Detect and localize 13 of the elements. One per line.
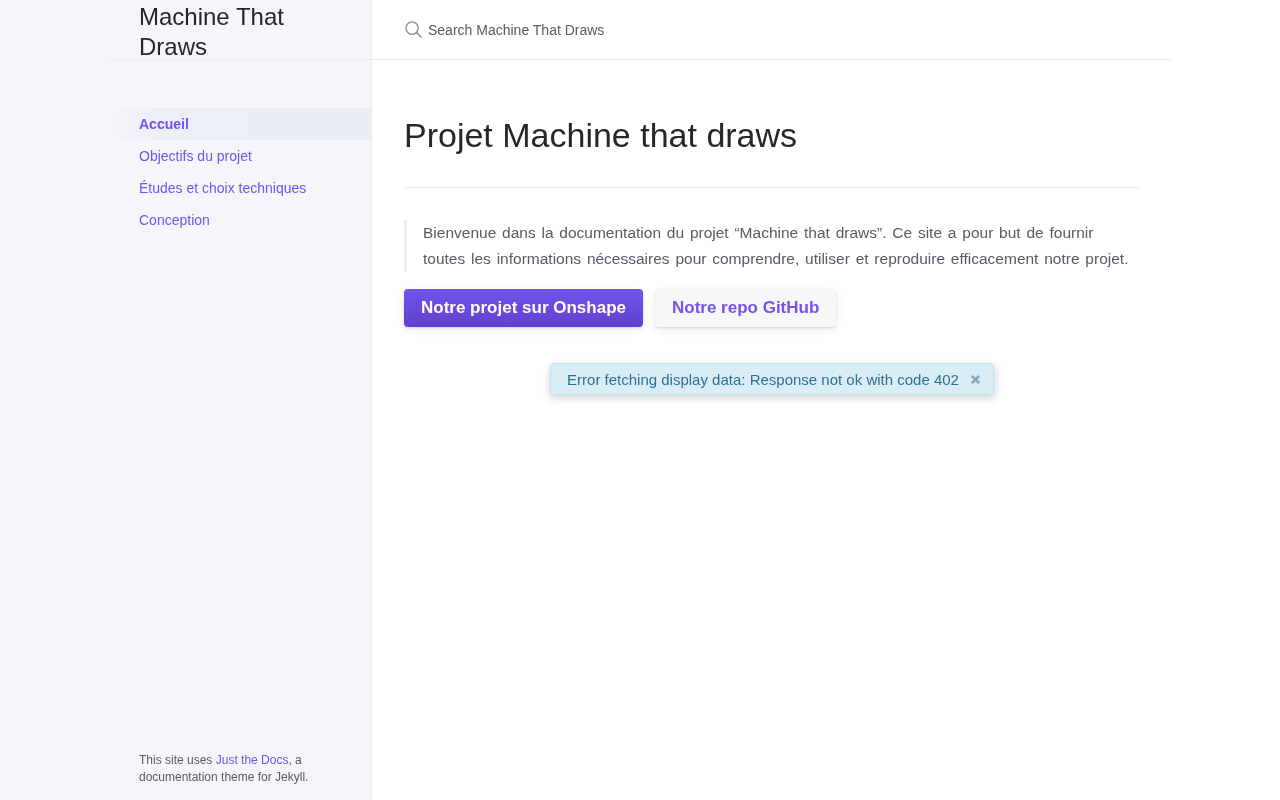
- error-message: Error fetching display data: Response not ok with code 402: [567, 370, 959, 388]
- nav-link[interactable]: Conception: [107, 204, 371, 236]
- page-title: Projet Machine that draws: [404, 115, 799, 156]
- search-icon: [405, 21, 422, 38]
- nav-link[interactable]: Études et choix techniques: [107, 172, 371, 204]
- github-button[interactable]: Notre repo GitHub: [655, 289, 837, 327]
- intro-quote: Bienvenue dans la documentation du projet “Machine that draws”. Ce site a pour but de fournir toutes les informations nécessaires pour comprendre, utiliser et reproduire efficacement notre projet.: [404, 220, 1140, 272]
- site-title[interactable]: Machine That Draws: [139, 0, 331, 62]
- nav-link[interactable]: Objectifs du projet: [107, 140, 371, 172]
- search-field[interactable]: Search Machine That Draws: [428, 21, 828, 38]
- close-icon[interactable]: [969, 373, 981, 385]
- onshape-button[interactable]: Notre projet sur Onshape: [404, 289, 643, 327]
- footer-text: This site uses Just the Docs, a documentation theme for Jekyll.: [139, 752, 310, 786]
